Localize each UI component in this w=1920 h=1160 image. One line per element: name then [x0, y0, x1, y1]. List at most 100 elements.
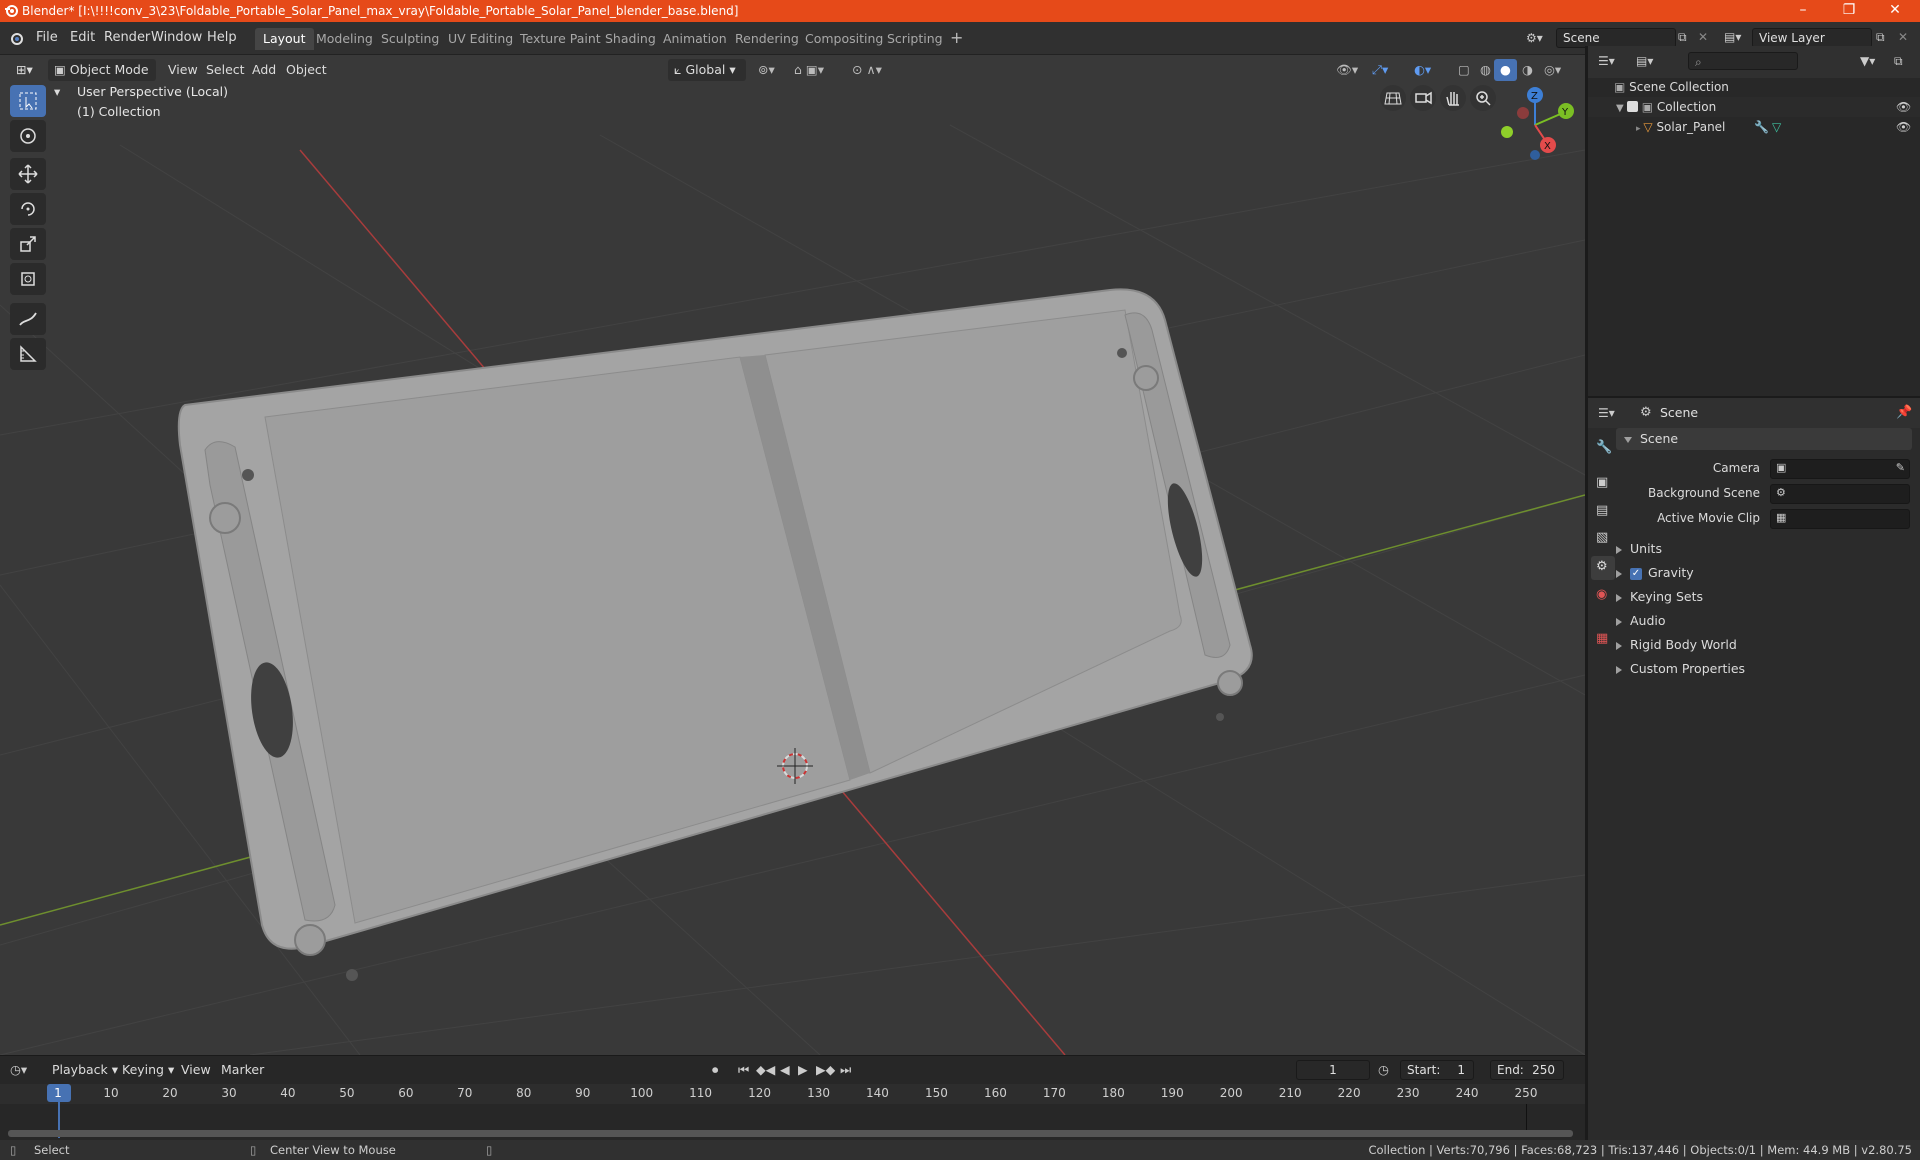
camera-view-icon[interactable]: [1410, 85, 1436, 111]
keying-sets-subpanel[interactable]: Keying Sets: [1616, 586, 1703, 608]
properties-editor-type-icon[interactable]: ☰▾: [1598, 406, 1615, 420]
view-layer-icon[interactable]: ▤▾: [1724, 30, 1741, 44]
modifier-wrench-icon[interactable]: 🔧: [1754, 117, 1769, 137]
tab-animation[interactable]: Animation: [655, 28, 735, 50]
move-tool[interactable]: [10, 158, 46, 190]
prev-keyframe-icon[interactable]: ◆◀: [756, 1060, 775, 1080]
menu-timeline-view[interactable]: View: [181, 1060, 211, 1080]
mesh-data-icon[interactable]: ▽: [1772, 117, 1781, 137]
gravity-checkbox[interactable]: ✓: [1630, 567, 1642, 580]
scene-name-field[interactable]: Scene: [1556, 28, 1676, 48]
remove-view-layer-icon[interactable]: ✕: [1898, 30, 1908, 44]
pin-icon[interactable]: 📌: [1896, 405, 1912, 420]
minimize-button[interactable]: –: [1780, 0, 1826, 22]
solid-shading-icon[interactable]: ●: [1494, 59, 1517, 81]
tab-sculpting[interactable]: Sculpting: [373, 28, 447, 50]
output-tab[interactable]: ▤: [1591, 500, 1615, 524]
blender-menu-icon[interactable]: [8, 31, 24, 47]
next-keyframe-icon[interactable]: ▶◆: [816, 1060, 835, 1080]
3d-viewport[interactable]: User Perspective (Local) (1) Collection …: [0, 55, 1585, 1055]
tab-scripting[interactable]: Scripting: [879, 28, 951, 50]
pan-hand-icon[interactable]: [1440, 85, 1466, 111]
gizmo-toggle-icon[interactable]: ⤢▾: [1366, 59, 1394, 81]
camera-field[interactable]: ▣ ✎: [1770, 459, 1910, 479]
new-collection-icon[interactable]: ⧉: [1894, 54, 1903, 69]
scene-selector-icon[interactable]: ⚙▾: [1526, 31, 1544, 47]
timeline-scrollbar[interactable]: [8, 1130, 1573, 1137]
menu-help[interactable]: Help: [201, 28, 243, 48]
restore-button[interactable]: ❐: [1826, 0, 1872, 22]
transform-tool[interactable]: [10, 263, 46, 295]
timeline-editor-type-icon[interactable]: ◷▾: [10, 1060, 27, 1080]
scene-tab[interactable]: ⚙: [1591, 556, 1615, 580]
transform-orientation-select[interactable]: ⟀ Global ▾: [668, 59, 746, 81]
eyedropper-icon[interactable]: ✎: [1896, 461, 1905, 474]
visibility-icon[interactable]: 👁▾: [1330, 59, 1364, 81]
end-frame-field[interactable]: End: 250: [1490, 1060, 1564, 1080]
annotate-tool[interactable]: [10, 303, 46, 335]
rotate-tool[interactable]: [10, 193, 46, 225]
menu-edit[interactable]: Edit: [64, 28, 101, 48]
proportional-edit-icon[interactable]: ⊙ ∧▾: [846, 59, 888, 81]
menu-window[interactable]: Window: [145, 28, 208, 48]
new-scene-icon[interactable]: ⧉: [1678, 30, 1687, 45]
zoom-icon[interactable]: [1470, 85, 1496, 111]
add-workspace-icon[interactable]: +: [944, 28, 969, 48]
menu-keying[interactable]: Keying ▾: [122, 1060, 174, 1080]
world-tab[interactable]: ◉: [1591, 584, 1615, 608]
xray-toggle-icon[interactable]: ▢: [1452, 59, 1476, 81]
menu-view[interactable]: View: [162, 59, 204, 81]
tab-uv-editing[interactable]: UV Editing: [440, 28, 521, 50]
display-mode-icon[interactable]: ▤▾: [1636, 54, 1653, 68]
tool-tab[interactable]: 🔧: [1591, 437, 1615, 461]
current-frame-field[interactable]: 1: [1296, 1060, 1370, 1080]
scale-tool[interactable]: [10, 228, 46, 260]
cursor-tool[interactable]: [10, 120, 46, 152]
remove-scene-icon[interactable]: ✕: [1698, 30, 1708, 44]
tab-texture-paint[interactable]: Texture Paint: [512, 28, 609, 50]
play-reverse-icon[interactable]: ◀: [780, 1060, 790, 1080]
outliner-row-scene-collection[interactable]: ▣ Scene Collection: [1588, 77, 1920, 97]
exclude-checkbox[interactable]: [1626, 101, 1638, 112]
outliner-search-input[interactable]: ⌕: [1688, 52, 1798, 70]
tab-modeling[interactable]: Modeling: [308, 28, 381, 50]
rendered-shading-icon[interactable]: ◎▾: [1538, 59, 1567, 81]
active-movie-clip-field[interactable]: ▦: [1770, 509, 1910, 529]
new-view-layer-icon[interactable]: ⧉: [1876, 30, 1885, 45]
mode-select[interactable]: ▣ Object Mode ▾: [48, 59, 156, 99]
outliner-row-solar-panel[interactable]: ▸ ▽ Solar_Panel 🔧 ▽ 👁: [1588, 117, 1920, 137]
record-icon[interactable]: ⏺: [712, 1060, 718, 1080]
texture-tab[interactable]: ▦: [1591, 628, 1615, 652]
units-subpanel[interactable]: Units: [1616, 538, 1662, 560]
tab-shading[interactable]: Shading: [597, 28, 664, 50]
view-layer-tab[interactable]: ▧: [1591, 527, 1615, 551]
menu-select[interactable]: Select: [200, 59, 251, 81]
close-window-button[interactable]: ✕: [1872, 0, 1918, 22]
outliner-row-collection[interactable]: ▼ ▣ Collection 👁: [1588, 97, 1920, 117]
menu-file[interactable]: File: [30, 28, 64, 48]
expand-arrow-icon[interactable]: ▼: [1616, 103, 1627, 114]
view-layer-field[interactable]: View Layer: [1752, 28, 1872, 48]
pivot-point-icon[interactable]: ⊚▾: [752, 59, 781, 81]
clock-icon[interactable]: ◷: [1378, 1060, 1389, 1080]
tab-compositing[interactable]: Compositing: [797, 28, 891, 50]
menu-playback[interactable]: Playback ▾: [52, 1060, 118, 1080]
scene-panel-header[interactable]: Scene: [1616, 428, 1912, 450]
measure-tool[interactable]: [10, 338, 46, 370]
jump-start-icon[interactable]: ⏮: [738, 1060, 749, 1080]
visibility-eye-icon[interactable]: 👁: [1896, 97, 1911, 117]
snap-icon[interactable]: ⌂ ▣▾: [788, 59, 830, 81]
tab-layout[interactable]: Layout: [255, 28, 314, 50]
overlay-toggle-icon[interactable]: ◐▾: [1408, 59, 1437, 81]
jump-end-icon[interactable]: ⏭: [840, 1060, 851, 1080]
start-frame-field[interactable]: Start: 1: [1400, 1060, 1474, 1080]
gravity-subpanel[interactable]: ✓ Gravity: [1616, 562, 1694, 584]
rigid-body-world-subpanel[interactable]: Rigid Body World: [1616, 634, 1737, 656]
menu-marker[interactable]: Marker: [221, 1060, 264, 1080]
select-box-tool[interactable]: [10, 85, 46, 117]
custom-properties-subpanel[interactable]: Custom Properties: [1616, 658, 1745, 680]
visibility-eye-icon[interactable]: 👁: [1896, 117, 1911, 137]
menu-add[interactable]: Add: [246, 59, 282, 81]
filter-icon[interactable]: ▼▾: [1860, 54, 1875, 68]
audio-subpanel[interactable]: Audio: [1616, 610, 1666, 632]
